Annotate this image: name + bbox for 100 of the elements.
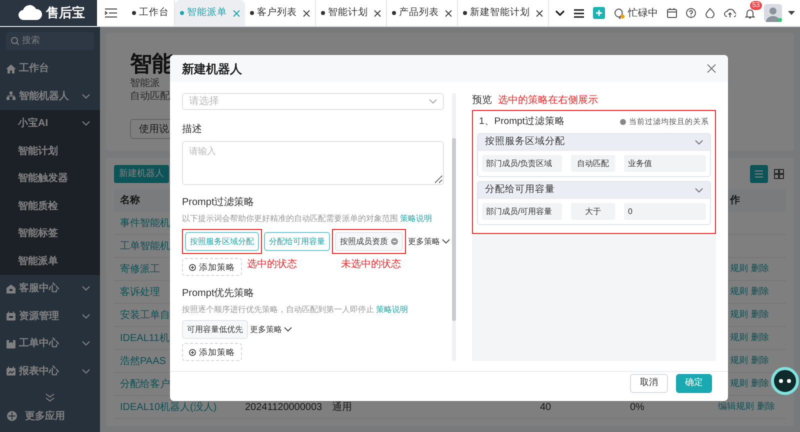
policy-option-button[interactable]: 按照成员资质 [335, 232, 403, 251]
delete-link[interactable]: 删除 [751, 377, 769, 391]
chevron-down-icon[interactable] [555, 10, 565, 16]
edit-rule-link[interactable]: 规则 [730, 308, 748, 322]
sidebar-item[interactable]: 智能机器人 [0, 82, 100, 110]
sidebar-item[interactable]: 工单中心 [0, 330, 100, 358]
preview-field: 部门成员/可用容量 [482, 203, 562, 220]
close-icon[interactable] [536, 10, 543, 16]
sidebar-item[interactable]: 工作台 [0, 55, 100, 82]
sidebar-item[interactable]: 资源管理 [0, 302, 100, 330]
edit-rule-link[interactable]: 规则 [730, 285, 748, 299]
more-policies-dropdown[interactable]: 更多策略 [250, 324, 292, 336]
close-icon[interactable] [303, 10, 310, 16]
grid-view-icon[interactable] [774, 169, 784, 179]
menu-icon[interactable] [574, 8, 584, 18]
robot-name-link[interactable]: 安装工单自 [120, 308, 170, 322]
delete-link[interactable]: 删除 [757, 400, 775, 414]
cancel-button[interactable]: 取消 [630, 374, 668, 392]
robot-name-link[interactable]: 浩然PAAS [120, 354, 166, 368]
robot-name-link[interactable]: IDEAL10机器人(没人) [120, 400, 217, 414]
home-icon [6, 64, 16, 74]
robot-name-link[interactable]: 客诉处理 [120, 284, 160, 300]
sidebar-item[interactable]: 客服中心 [0, 275, 100, 302]
new-robot-button[interactable]: 新建机器人 [114, 165, 169, 183]
edit-rule-link[interactable]: 规则 [730, 377, 748, 391]
sidebar-item[interactable]: 智能触发器 [0, 165, 100, 192]
more-policies-dropdown[interactable]: 更多策略 [408, 236, 450, 248]
tab[interactable]: 新建智能计划 [458, 0, 549, 26]
robot-name-link[interactable]: 分配给客户 [120, 376, 170, 392]
caret-icon[interactable] [788, 11, 795, 15]
help-icon[interactable] [686, 8, 696, 18]
table-cell-text: 40 [540, 400, 552, 414]
description-field[interactable]: 请输入 [182, 141, 444, 185]
robot-name-link[interactable]: 寄修派工 [120, 262, 160, 276]
robot-name-link[interactable]: 事件智能机 [120, 216, 170, 230]
chevron-down-icon [442, 239, 450, 244]
table-cell-text: 20241120000003 [245, 400, 322, 414]
search-icon [11, 37, 19, 45]
info-icon [620, 119, 626, 125]
page-description: 智能派 [130, 77, 160, 90]
tab[interactable]: 智能派单 [175, 0, 245, 26]
policy-option-button[interactable]: 按照服务区域分配 [185, 232, 259, 251]
delete-link[interactable]: 删除 [751, 285, 769, 299]
sidebar-item[interactable]: 智能标签 [0, 220, 100, 248]
section-title: Prompt优先策略 [182, 286, 254, 301]
delete-link[interactable]: 删除 [751, 331, 769, 345]
section-title: Prompt过滤策略 [182, 196, 254, 210]
tab[interactable]: 产品列表 [387, 0, 458, 26]
sidebar-item[interactable]: 智能计划 [0, 138, 100, 165]
sidebar-item[interactable]: 报表中心 [0, 358, 100, 385]
tab[interactable]: 智能计划 [316, 0, 387, 26]
preview-field: 部门成员/负责区域 [482, 155, 562, 172]
search-field[interactable]: 搜索 [6, 32, 94, 50]
status-button[interactable]: 忙碌中 [614, 6, 658, 20]
bell-icon[interactable] [745, 8, 755, 18]
house-icon [6, 284, 16, 294]
group-title: 按照服务区域分配 [485, 135, 565, 150]
cloud-upload-icon[interactable] [724, 8, 736, 18]
policy-option-button[interactable]: 分配给可用容量 [264, 232, 330, 251]
grid-circle-icon [7, 411, 17, 421]
robot-name-link[interactable]: 工单智能机 [120, 238, 170, 254]
preview-field: 自动匹配 [571, 155, 615, 172]
delete-link[interactable]: 删除 [751, 354, 769, 368]
field-label: 描述 [182, 122, 202, 137]
robot-name-link[interactable]: IDEAL11机 [120, 330, 170, 346]
chat-icon [614, 8, 625, 18]
double-chevron-icon[interactable] [45, 393, 55, 402]
plus-circle-icon [189, 264, 196, 270]
scrollbar-thumb[interactable] [452, 138, 456, 321]
policy-option-button[interactable]: 可用容量低优先 [182, 320, 248, 339]
sidebar-item[interactable]: 智能质检 [0, 192, 100, 220]
edit-rule-link[interactable]: 规则 [730, 354, 748, 368]
policy-link[interactable]: 策略说明 [376, 305, 408, 314]
calendar-icon[interactable] [667, 8, 677, 18]
hint-text: 以下提示词会帮助你更好精准的自动匹配需要派单的对象范围 策略说明 [182, 213, 432, 225]
sidebar-item[interactable]: 智能派单 [0, 248, 100, 275]
add-policy-button[interactable]: 添加策略 [182, 258, 242, 276]
close-icon[interactable] [374, 10, 381, 16]
delete-link[interactable]: 删除 [751, 308, 769, 322]
close-icon[interactable] [445, 10, 452, 16]
edit-rule-link[interactable]: 规则 [730, 262, 748, 276]
edit-rule-link[interactable]: 编辑规则 [718, 400, 754, 414]
add-policy-button[interactable]: 添加策略 [182, 343, 242, 361]
table-cell-text: 0% [630, 400, 644, 414]
avatar[interactable] [764, 4, 782, 22]
annotation-text: 选中的状态 [247, 258, 297, 272]
collapse-icon[interactable] [105, 8, 117, 18]
edit-rule-link[interactable]: 规则 [730, 331, 748, 345]
select-field[interactable]: 请选择 [182, 93, 444, 110]
add-icon[interactable] [593, 7, 605, 19]
dialog-title: 新建机器人 [182, 60, 242, 78]
sidebar-item[interactable]: 小宝AI [0, 110, 100, 138]
more-apps-item[interactable]: 更多应用 [0, 406, 100, 426]
logo: 售后宝 [0, 0, 97, 26]
close-icon[interactable] [707, 64, 716, 73]
policy-link[interactable]: 策略说明 [400, 214, 432, 223]
confirm-button[interactable]: 确定 [676, 374, 712, 392]
group-title: 分配给可用容量 [485, 183, 555, 198]
tab[interactable]: 客户列表 [245, 0, 316, 26]
delete-link[interactable]: 删除 [751, 262, 769, 276]
